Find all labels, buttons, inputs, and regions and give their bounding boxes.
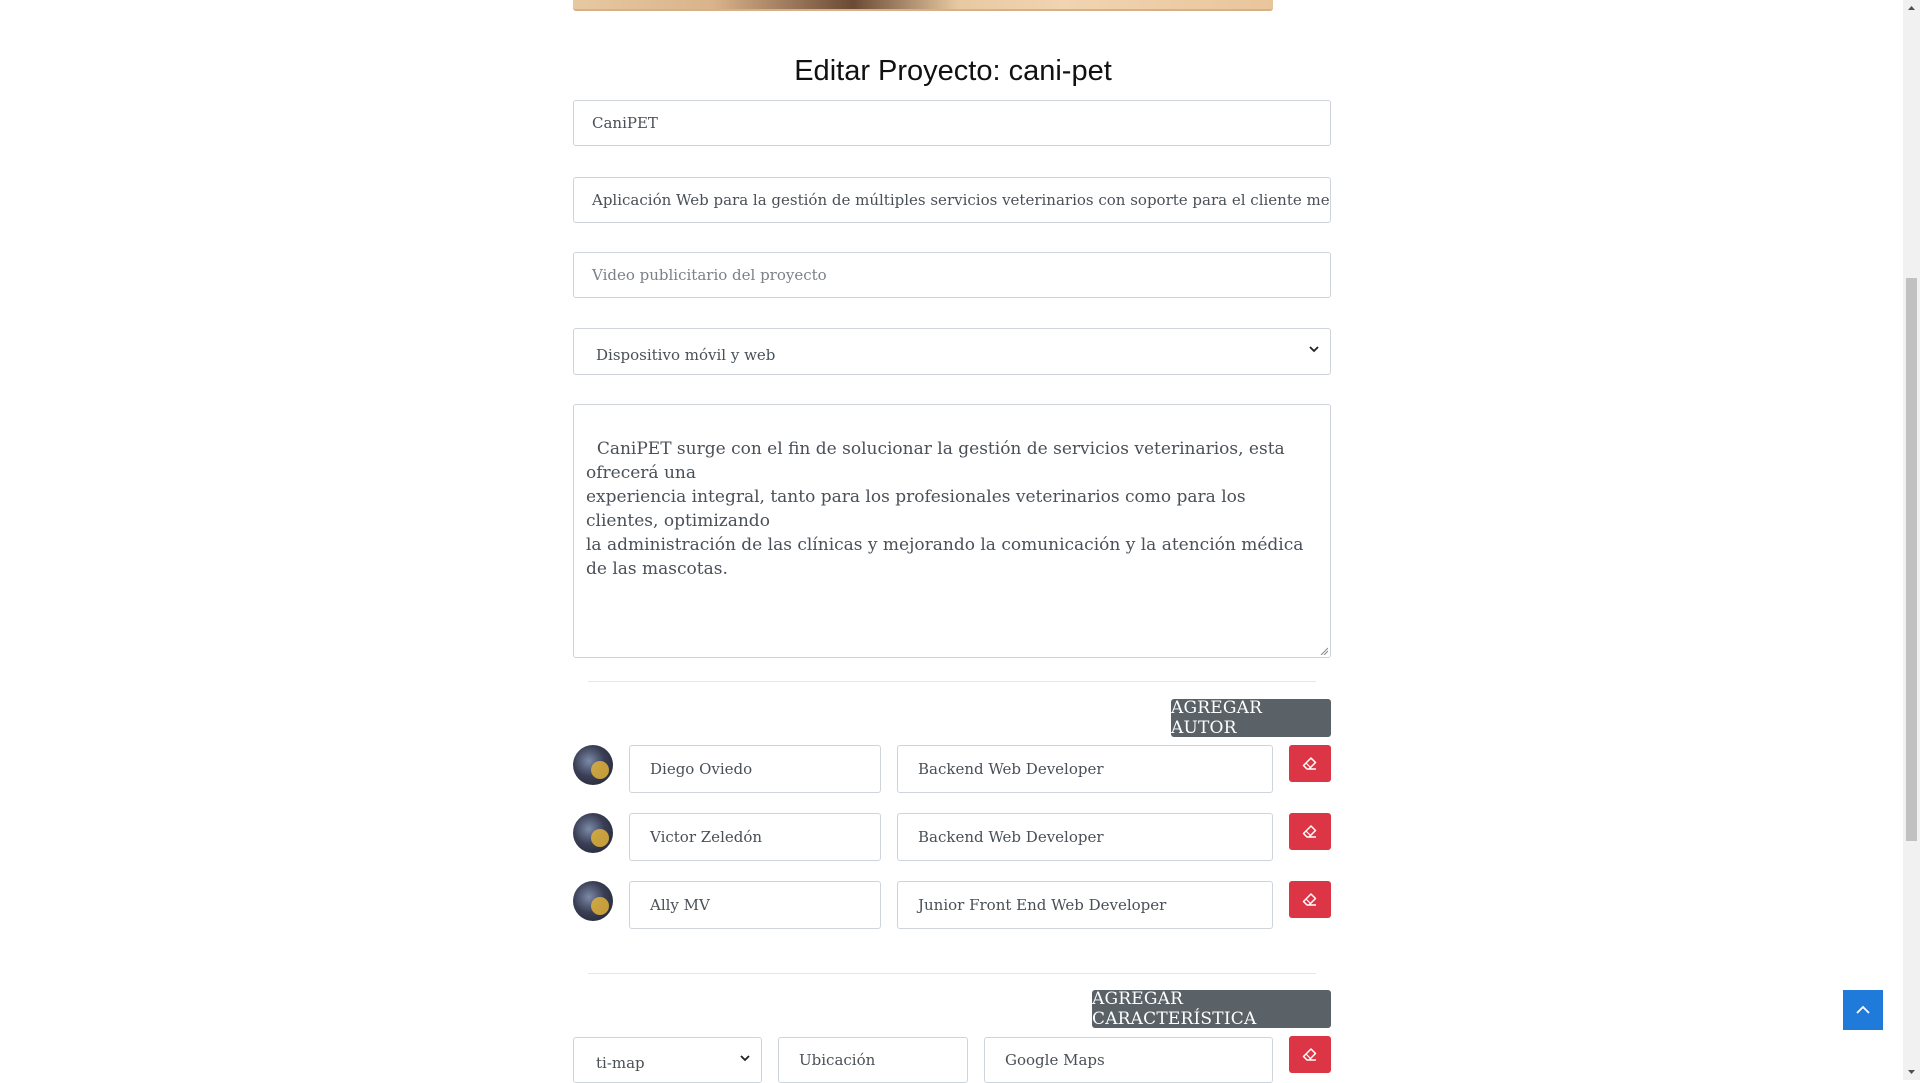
author-role-input[interactable]: Junior Front End Web Developer: [897, 881, 1273, 929]
platform-select[interactable]: Dispositivo móvil y web: [573, 328, 1331, 375]
page-title: Editar Proyecto: cani-pet: [794, 55, 1112, 87]
project-description-textarea[interactable]: CaniPET surge con el fin de solucionar l…: [573, 404, 1331, 658]
avatar: [573, 881, 613, 921]
project-description-text: CaniPET surge con el fin de solucionar l…: [586, 439, 1304, 579]
divider: [588, 681, 1316, 682]
scrollbar-thumb[interactable]: [1906, 278, 1917, 841]
chevron-up-icon: [1856, 1005, 1870, 1014]
chevron-down-icon: [740, 1055, 750, 1062]
divider: [588, 973, 1316, 974]
eraser-icon: [1302, 824, 1317, 838]
project-summary-input[interactable]: Aplicación Web para la gestión de múltip…: [573, 177, 1331, 223]
chevron-down-icon: [1309, 346, 1319, 353]
eraser-icon: [1302, 892, 1317, 906]
feature-title-input[interactable]: Ubicación: [778, 1037, 968, 1083]
delete-author-button[interactable]: [1289, 881, 1331, 918]
author-role-input[interactable]: Backend Web Developer: [897, 813, 1273, 861]
avatar: [573, 745, 613, 785]
scroll-down-arrow-icon[interactable]: [1907, 1067, 1916, 1076]
delete-author-button[interactable]: [1289, 813, 1331, 850]
author-name-input[interactable]: Ally MV: [629, 881, 881, 929]
back-to-top-button[interactable]: [1843, 990, 1883, 1030]
add-author-button[interactable]: AGREGAR AUTOR: [1171, 698, 1331, 738]
eraser-icon: [1302, 756, 1317, 770]
project-video-input[interactable]: Video publicitario del proyecto: [573, 252, 1331, 298]
feature-icon-select[interactable]: ti-map: [573, 1037, 762, 1083]
author-name-input[interactable]: Victor Zeledón: [629, 813, 881, 861]
resize-handle-icon[interactable]: [1320, 647, 1328, 655]
feature-icon-select-value: ti-map: [596, 1054, 645, 1072]
author-name-input[interactable]: Diego Oviedo: [629, 745, 881, 793]
project-banner-image: [573, 0, 1273, 11]
scrollbar[interactable]: [1903, 0, 1920, 1080]
scroll-up-arrow-icon[interactable]: [1907, 4, 1916, 13]
feature-description-input[interactable]: Google Maps: [984, 1037, 1273, 1083]
eraser-icon: [1302, 1047, 1317, 1061]
delete-author-button[interactable]: [1289, 745, 1331, 782]
add-feature-button[interactable]: AGREGAR CARACTERÍSTICA: [1092, 989, 1331, 1029]
project-name-input[interactable]: CaniPET: [573, 100, 1331, 146]
author-role-input[interactable]: Backend Web Developer: [897, 745, 1273, 793]
delete-feature-button[interactable]: [1289, 1036, 1331, 1073]
avatar: [573, 813, 613, 853]
platform-select-value: Dispositivo móvil y web: [596, 345, 776, 364]
